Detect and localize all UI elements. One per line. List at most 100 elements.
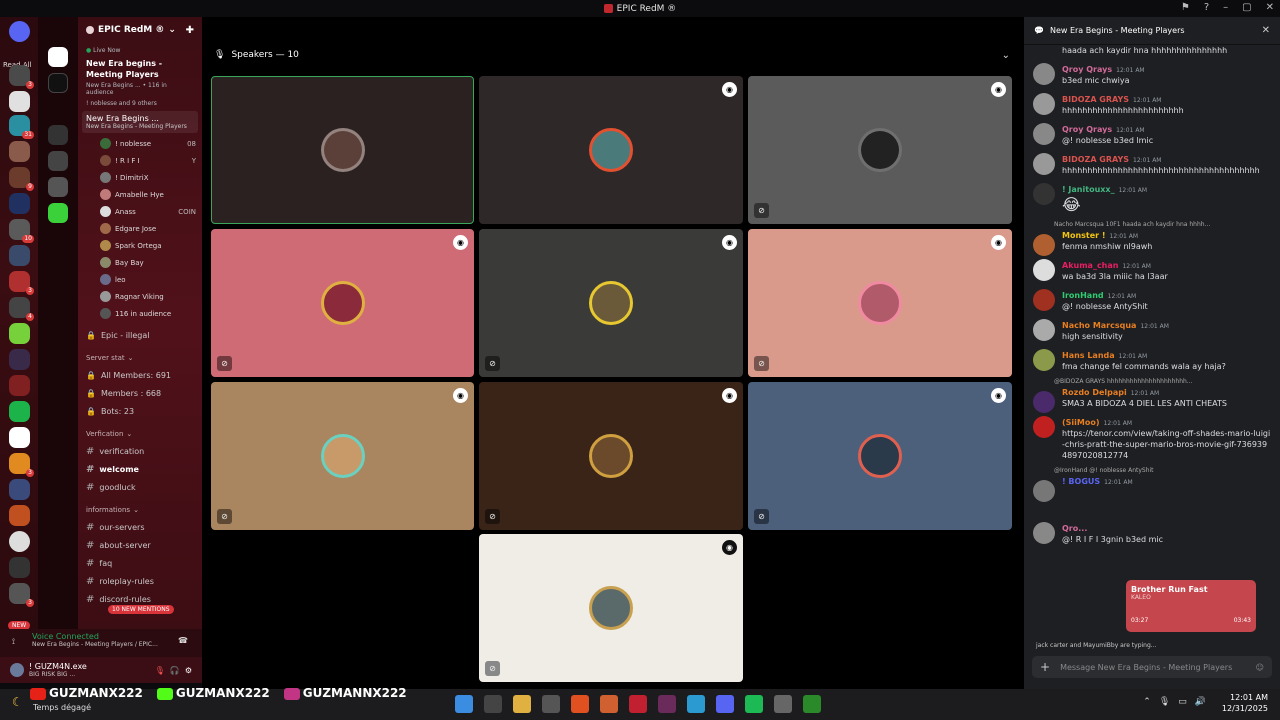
server-header[interactable]: EPIC RedM ® ⌄ ✚ <box>78 17 202 43</box>
minimize-button[interactable]: – <box>1223 2 1228 13</box>
channel-about-server[interactable]: # about-server <box>78 536 202 554</box>
now-playing-card[interactable]: Brother Run Fast KALEO 03:27 03:43 <box>1126 580 1256 632</box>
close-icon[interactable]: ✕ <box>1262 25 1270 36</box>
server-icon[interactable] <box>9 505 30 526</box>
speaker-tile[interactable]: ◉ ⊘ <box>211 229 474 377</box>
discord-icon[interactable] <box>716 695 734 713</box>
voice-member[interactable]: Anass COIN <box>78 203 202 220</box>
avatar[interactable] <box>1033 234 1055 256</box>
channel-our-servers[interactable]: # our-servers <box>78 518 202 536</box>
speaker-tile[interactable] <box>211 76 474 224</box>
weather-text[interactable]: Temps dégagé <box>33 703 91 712</box>
server-icon[interactable] <box>9 245 30 266</box>
channel-faq[interactable]: # faq <box>78 554 202 572</box>
help-icon[interactable]: ? <box>1204 2 1209 13</box>
voice-member[interactable]: ! R I F IY <box>78 152 202 169</box>
voice-member[interactable]: Amabelle Hye <box>78 186 202 203</box>
message-composer[interactable]: + Message New Era Begins - Meeting Playe… <box>1032 656 1272 678</box>
server-icon[interactable] <box>9 401 30 422</box>
emoji-icon[interactable]: ☺ <box>1256 663 1264 672</box>
server-icon[interactable] <box>48 151 68 171</box>
speaker-tile[interactable]: ◉ ⊘ <box>211 382 474 530</box>
app-icon[interactable] <box>658 695 676 713</box>
weather-moon-icon[interactable]: ☾ <box>12 695 23 709</box>
close-button[interactable]: ✕ <box>1266 2 1274 13</box>
network-icon[interactable]: ▭ <box>1178 697 1187 707</box>
event-title[interactable]: New Era begins - Meeting Players <box>78 58 202 80</box>
server-icon[interactable]: 3 <box>9 453 34 477</box>
windows-start-icon[interactable] <box>455 695 473 713</box>
server-icon[interactable]: 3 <box>9 271 34 295</box>
add-member-icon[interactable]: ✚ <box>186 25 194 36</box>
channel-goodluck[interactable]: # goodluck <box>78 478 202 496</box>
xbox-icon[interactable] <box>803 695 821 713</box>
server-icon[interactable] <box>9 349 30 370</box>
chevron-down-icon[interactable]: ⌄ <box>1002 50 1010 61</box>
channel-roleplay-rules[interactable]: # roleplay-rules <box>78 572 202 590</box>
server-icon[interactable]: 3 <box>9 583 34 607</box>
voice-member[interactable]: Spark Ortega <box>78 237 202 254</box>
headset-icon[interactable]: 🎧 <box>170 666 180 675</box>
server-icon[interactable] <box>9 557 30 578</box>
signal-icon[interactable]: ⟟ <box>12 637 15 647</box>
voice-member[interactable]: Ragnar Viking <box>78 288 202 305</box>
inbox-icon[interactable]: ⚑ <box>1181 2 1190 13</box>
avatar[interactable] <box>1033 416 1055 438</box>
avatar[interactable] <box>1033 93 1055 115</box>
server-icon[interactable] <box>48 203 68 223</box>
speaker-tile[interactable]: ◉ ⊘ <box>479 229 743 377</box>
app-icon[interactable] <box>774 695 792 713</box>
server-icon[interactable]: 31 <box>9 115 34 139</box>
voice-member[interactable]: ! noblesse 08 <box>78 135 202 152</box>
discord-home-icon[interactable] <box>9 21 30 42</box>
server-icon[interactable] <box>48 47 68 67</box>
server-icon[interactable]: 3 <box>9 65 34 89</box>
server-icon[interactable] <box>9 479 30 500</box>
stat-members[interactable]: 🔒 Members : 668 <box>78 384 202 402</box>
avatar[interactable] <box>1033 289 1055 311</box>
telegram-icon[interactable] <box>687 695 705 713</box>
avatar[interactable] <box>1033 522 1055 544</box>
voice-member[interactable]: leo <box>78 271 202 288</box>
server-icon[interactable] <box>9 141 30 162</box>
server-icon[interactable] <box>9 427 30 448</box>
clock[interactable]: 12:01 AM 12/31/2025 <box>1222 692 1268 714</box>
app-icon[interactable] <box>600 695 618 713</box>
channel-verification[interactable]: # verification <box>78 442 202 460</box>
voice-channel-active[interactable]: New Era Begins ... New Era Begins - Meeti… <box>82 111 198 133</box>
server-icon[interactable]: 9 <box>9 167 34 191</box>
speaker-tile[interactable]: ◉ ⊘ <box>479 382 743 530</box>
category-server-stat[interactable]: Server stat ⌄ <box>78 350 202 366</box>
voice-member[interactable]: Bay Bay <box>78 254 202 271</box>
speaker-tile[interactable]: ◉ ⊘ <box>479 534 743 682</box>
mic-icon[interactable]: 🎙 <box>1159 697 1170 707</box>
speaker-tile[interactable]: ◉ <box>479 76 743 224</box>
speaker-tile[interactable]: ◉ ⊘ <box>748 382 1012 530</box>
avatar[interactable] <box>1033 259 1055 281</box>
brave-icon[interactable] <box>571 695 589 713</box>
speaker-tile[interactable]: ◉ ⊘ <box>748 76 1012 224</box>
avatar[interactable] <box>1033 183 1055 205</box>
avatar[interactable] <box>1033 480 1055 502</box>
chevron-up-icon[interactable]: ⌃ <box>1143 697 1151 707</box>
store-icon[interactable] <box>542 695 560 713</box>
mute-mic-icon[interactable]: 🎙 <box>155 666 165 675</box>
voice-member[interactable]: ! DimitriX <box>78 169 202 186</box>
search-icon[interactable] <box>484 695 502 713</box>
avatar[interactable] <box>1033 319 1055 341</box>
new-mentions-pill[interactable]: 10 NEW MENTIONS <box>108 605 174 614</box>
avatar[interactable] <box>1033 123 1055 145</box>
server-icon[interactable] <box>48 125 68 145</box>
server-icon[interactable] <box>9 91 30 112</box>
server-icon[interactable]: 4 <box>9 297 34 321</box>
server-icon[interactable] <box>9 531 30 552</box>
avatar[interactable] <box>10 663 24 677</box>
speaker-tile[interactable]: ◉ ⊘ <box>748 229 1012 377</box>
avatar[interactable] <box>1033 391 1055 413</box>
volume-icon[interactable]: 🔊 <box>1195 697 1206 707</box>
avatar[interactable] <box>1033 349 1055 371</box>
server-icon[interactable] <box>9 375 30 396</box>
server-icon[interactable] <box>48 177 68 197</box>
disconnect-icon[interactable]: ☎ <box>178 636 188 645</box>
avatar[interactable] <box>1033 63 1055 85</box>
